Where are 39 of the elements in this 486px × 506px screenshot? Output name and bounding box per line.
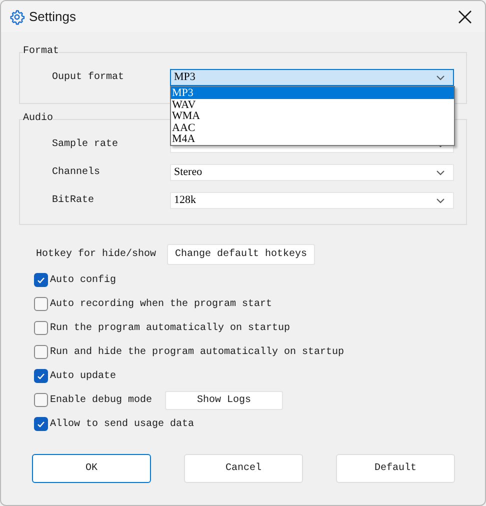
dropdown-option[interactable]: AAC (171, 122, 454, 134)
dropdown-option[interactable]: WAV (171, 98, 454, 110)
window-title: Settings (29, 8, 76, 26)
settings-icon (9, 8, 25, 24)
group-title: Audio (23, 113, 54, 125)
field-label: BitRate (52, 194, 96, 208)
show-logs-button[interactable]: Show Logs (165, 390, 283, 410)
dialog-button[interactable]: Default (336, 454, 455, 483)
checkbox-label: Auto config (50, 274, 116, 288)
checkbox-label: Auto update (50, 370, 116, 384)
dropdown-option[interactable]: WMA (171, 110, 454, 122)
checkbox-label: Run and hide the program automatically on startup (50, 346, 344, 360)
field-label: Sample rate (52, 138, 120, 152)
field-label: Channels (52, 166, 102, 180)
field-label: Hotkey for hide/show (36, 248, 158, 262)
checkbox[interactable] (34, 273, 48, 287)
dropdown-option[interactable]: M4A (171, 133, 454, 145)
checkbox[interactable] (34, 297, 48, 311)
checkbox[interactable] (34, 321, 48, 335)
check-icon (37, 420, 45, 428)
dialog-button[interactable]: Cancel (184, 454, 303, 483)
check-icon (37, 372, 45, 380)
group-title: Format (23, 46, 60, 58)
dropdown-field[interactable]: MP3 (170, 69, 454, 86)
dialog-button[interactable]: OK (32, 454, 151, 483)
checkbox[interactable] (34, 345, 48, 359)
dropdown-option[interactable]: MP3 (171, 87, 454, 99)
checkbox[interactable] (34, 417, 48, 431)
checkbox-label: Allow to send usage data (50, 418, 194, 432)
field-label: Ouput format (52, 70, 126, 85)
dropdown-field[interactable]: 128k (170, 192, 454, 209)
dropdown-field[interactable]: Stereo (170, 164, 454, 181)
checkbox-label: Enable debug mode (50, 394, 154, 408)
check-icon (37, 276, 45, 284)
checkbox-label: Run the program automatically on startup (50, 322, 290, 336)
change-hotkeys-button[interactable]: Change default hotkeys (167, 244, 316, 265)
checkbox[interactable] (34, 393, 48, 407)
checkbox[interactable] (34, 369, 48, 383)
checkbox-label: Auto recording when the program start (50, 298, 272, 312)
